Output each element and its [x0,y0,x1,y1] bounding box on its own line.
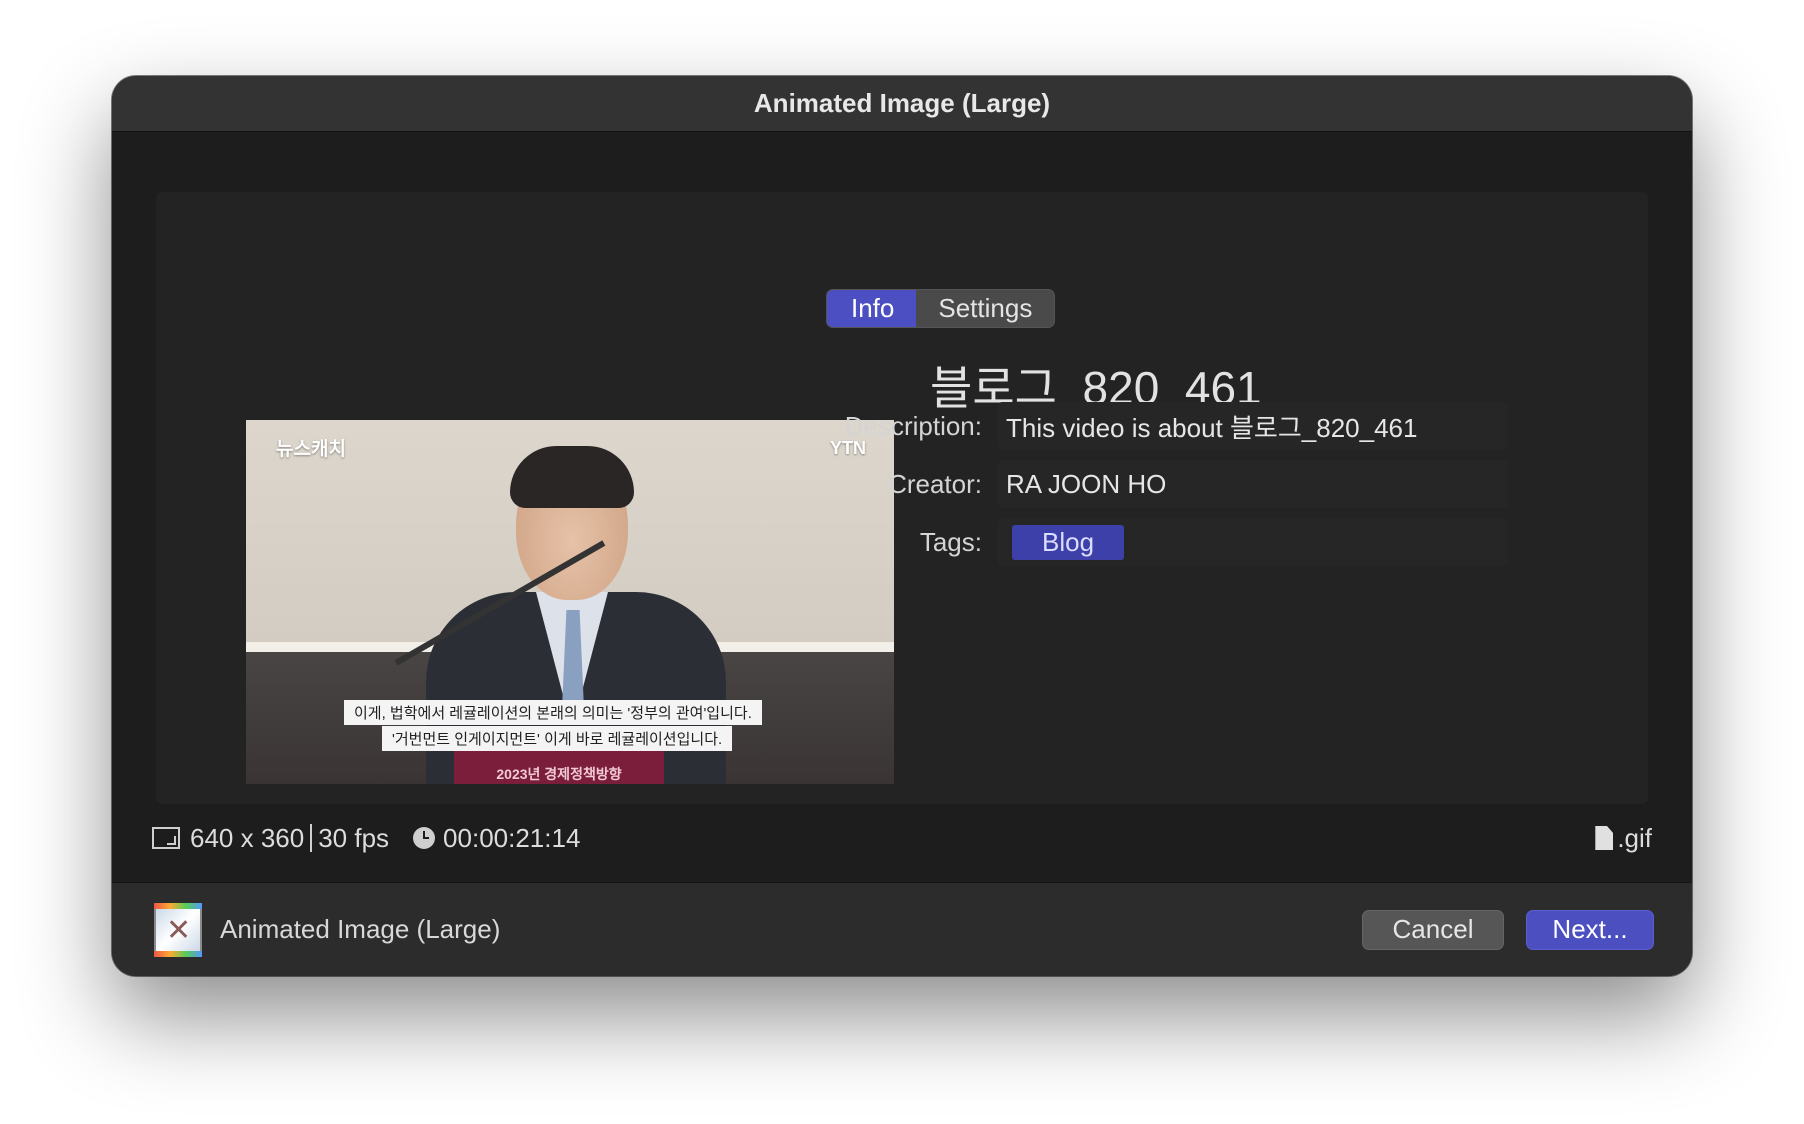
video-thumbnail: 2023년 경제정책방향 뉴스캐치 YTN 이게, 법학에서 레귤레이션의 본래… [246,420,894,784]
description-label: Description: [844,410,982,441]
duration-value: 00:00:21:14 [443,822,581,853]
film-strip-top [154,902,202,909]
divider [310,824,313,852]
dimensions-icon [152,827,180,849]
tags-row: Tags: Blog [798,518,1508,566]
window-title: Animated Image (Large) [112,76,1692,132]
description-row: Description: This video is about 블로그_820… [798,402,1508,450]
program-logo: 뉴스캐치 [276,439,346,460]
creator-row: Creator: RA JOON HO [798,460,1508,508]
tab-control: Info Settings [826,289,1056,328]
dialog-footer: ✕ Animated Image (Large) Cancel Next... [112,882,1692,976]
subtitle-line-2: '거번먼트 인게이지먼트' 이게 바로 레귤레이션입니다. [382,726,733,751]
export-dialog: Animated Image (Large) Info Settings 블로그… [112,76,1692,976]
creator-label: Creator: [888,468,982,499]
preset-name: Animated Image (Large) [220,914,501,944]
person-hair [510,446,634,508]
podium-sign: 2023년 경제정책방향 [454,746,664,784]
creator-field[interactable]: RA JOON HO [998,460,1508,508]
next-button[interactable]: Next... [1526,909,1654,950]
tab-info[interactable]: Info [827,290,917,327]
subtitle-line-1: 이게, 법학에서 레귤레이션의 본래의 의미는 '정부의 관여'입니다. [344,700,762,725]
file-icon [1595,826,1614,850]
tag-blog[interactable]: Blog [1012,524,1125,560]
cancel-button[interactable]: Cancel [1362,909,1504,950]
preset-glyph: ✕ [166,913,192,947]
dimensions-value: 640 x 360 [190,822,305,853]
film-strip-bottom [154,950,202,957]
tags-field[interactable]: Blog [998,518,1508,566]
tags-label: Tags: [919,526,982,557]
fps-value: 30 fps [318,822,390,853]
clock-icon [413,827,436,849]
description-field[interactable]: This video is about 블로그_820_461 [998,402,1508,450]
file-type: .gif [1617,822,1652,853]
tab-settings[interactable]: Settings [916,290,1054,327]
info-panel: Info Settings 블로그_820_461 2023년 경제정책방향 뉴… [156,192,1648,804]
status-bar: 640 x 360 30 fps 00:00:21:14 .gif [152,818,1652,858]
preset-icon: ✕ [154,902,202,957]
